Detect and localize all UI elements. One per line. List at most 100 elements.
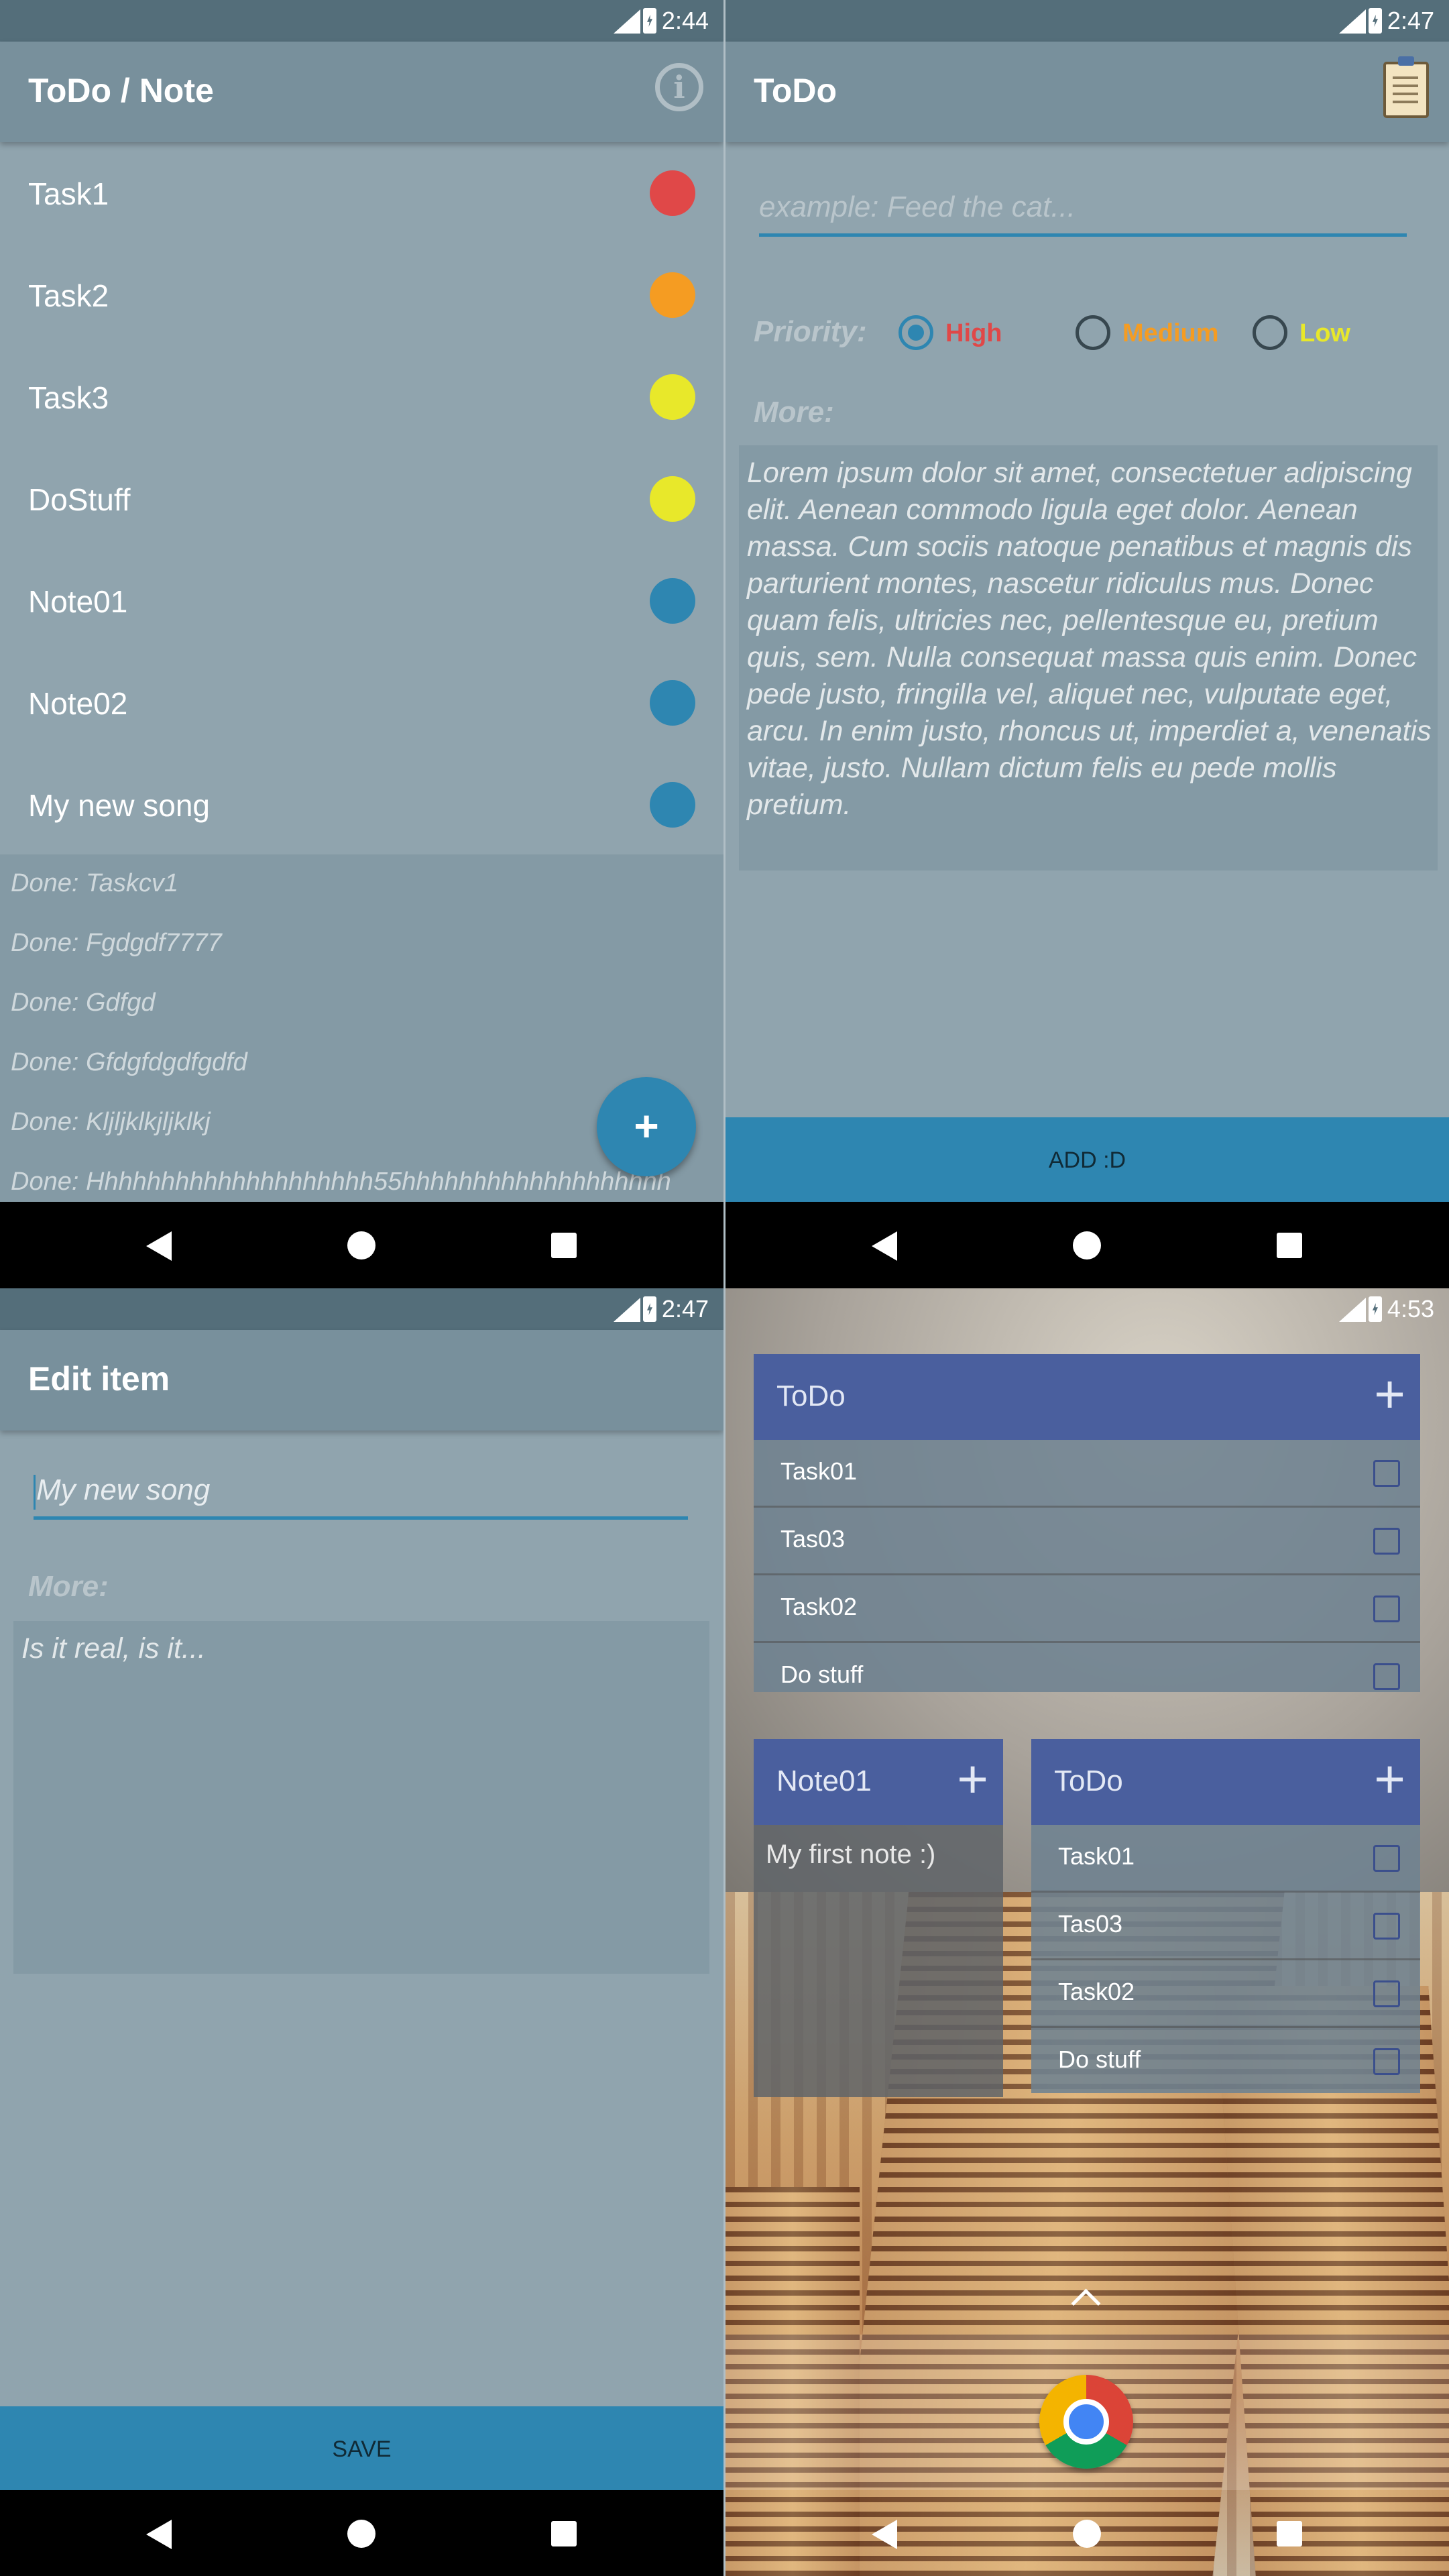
checkbox[interactable] bbox=[1373, 2048, 1400, 2075]
list-item[interactable]: Do stuff bbox=[1031, 2028, 1420, 2094]
priority-low-radio[interactable] bbox=[1253, 315, 1287, 350]
status-time: 2:47 bbox=[1387, 7, 1434, 34]
item-name-input[interactable]: My new song bbox=[34, 1468, 688, 1520]
todo-widget-title: ToDo bbox=[776, 1380, 846, 1412]
nav-bar bbox=[0, 2490, 723, 2576]
back-icon[interactable] bbox=[872, 1231, 897, 1261]
task-name-input[interactable]: example: Feed the cat... bbox=[759, 185, 1407, 237]
nav-bar bbox=[726, 1202, 1449, 1288]
status-time: 2:47 bbox=[661, 1295, 709, 1323]
back-icon[interactable] bbox=[146, 1231, 172, 1261]
list-item[interactable]: Task01 bbox=[1031, 1825, 1420, 1893]
home-icon[interactable] bbox=[1073, 2520, 1101, 2548]
checkbox[interactable] bbox=[1373, 1528, 1400, 1555]
more-textarea[interactable]: Is it real, is it... bbox=[13, 1621, 709, 1974]
item-name-value: My new song bbox=[36, 1473, 211, 1506]
task-label: Task3 bbox=[28, 380, 109, 415]
priority-low-label[interactable]: Low bbox=[1299, 319, 1350, 348]
task-row[interactable]: Task2 bbox=[0, 244, 723, 346]
todo-widget-small-list: Task01 Tas03 Task02 Do stuff bbox=[1031, 1825, 1420, 2093]
back-icon[interactable] bbox=[146, 2520, 172, 2549]
task-label: My new song bbox=[28, 788, 211, 823]
task-row[interactable]: Task1 bbox=[0, 142, 723, 244]
priority-high-label[interactable]: High bbox=[945, 319, 1002, 348]
checkbox[interactable] bbox=[1373, 1663, 1400, 1690]
done-item[interactable]: Done: Gfdgfdgdfgdfd bbox=[11, 1048, 247, 1077]
recents-icon[interactable] bbox=[551, 2521, 577, 2546]
add-icon[interactable]: + bbox=[957, 1752, 988, 1806]
todo-widget-small-header[interactable]: ToDo + bbox=[1031, 1739, 1420, 1825]
priority-high-radio[interactable] bbox=[899, 315, 933, 350]
note-widget-header[interactable]: Note01 + bbox=[754, 1739, 1003, 1825]
screen-home-widgets: 4:53 ToDo + Task01 Tas03 Task02 Do stuff… bbox=[726, 1288, 1449, 2576]
task-row[interactable]: Note01 bbox=[0, 550, 723, 652]
note-text: My first note :) bbox=[766, 1840, 936, 1869]
priority-dot bbox=[650, 272, 695, 318]
checkbox[interactable] bbox=[1373, 1980, 1400, 2007]
recents-icon[interactable] bbox=[1277, 2521, 1302, 2546]
task-row[interactable]: DoStuff bbox=[0, 448, 723, 550]
add-button[interactable]: ADD :D bbox=[726, 1117, 1449, 1203]
priority-label: Priority: bbox=[754, 315, 867, 348]
priority-medium-radio[interactable] bbox=[1076, 315, 1110, 350]
note-widget-body[interactable]: My first note :) bbox=[754, 1825, 1003, 2097]
done-item[interactable]: Done: Taskcv1 bbox=[11, 869, 178, 898]
battery-icon bbox=[643, 8, 656, 34]
battery-icon bbox=[1369, 8, 1382, 34]
save-button[interactable]: SAVE bbox=[0, 2406, 723, 2492]
list-item-label: Task02 bbox=[1058, 1978, 1135, 2005]
list-item-label: Task01 bbox=[1058, 1842, 1135, 1870]
task-row[interactable]: Task3 bbox=[0, 346, 723, 448]
more-label: More: bbox=[754, 396, 834, 429]
add-item-fab[interactable]: + bbox=[597, 1077, 696, 1176]
list-item[interactable]: Tas03 bbox=[1031, 1893, 1420, 1960]
checkbox[interactable] bbox=[1373, 1913, 1400, 1940]
list-item[interactable]: Task01 bbox=[754, 1440, 1420, 1508]
done-item[interactable]: Done: Hhhhhhhhhhhhhhhhhhhh55hhhhhhhhhhhh… bbox=[11, 1168, 671, 1196]
more-label: More: bbox=[28, 1570, 109, 1603]
list-item-label: Task02 bbox=[780, 1593, 858, 1620]
done-item[interactable]: Done: Fgdgdf7777 bbox=[11, 929, 222, 958]
home-icon[interactable] bbox=[347, 1231, 375, 1259]
priority-dot bbox=[650, 578, 695, 624]
nav-bar bbox=[726, 2490, 1449, 2576]
task-label: Task2 bbox=[28, 278, 109, 313]
home-icon[interactable] bbox=[1073, 1231, 1101, 1259]
checkbox[interactable] bbox=[1373, 1595, 1400, 1622]
task-row[interactable]: Note02 bbox=[0, 652, 723, 754]
info-icon[interactable]: i bbox=[655, 63, 703, 111]
chrome-icon[interactable] bbox=[1039, 2375, 1133, 2469]
recents-icon[interactable] bbox=[551, 1233, 577, 1258]
priority-dot bbox=[650, 476, 695, 522]
page-title: ToDo / Note bbox=[28, 72, 214, 109]
todo-widget-list: Task01 Tas03 Task02 Do stuff bbox=[754, 1440, 1420, 1692]
done-item[interactable]: Done: Gdfgd bbox=[11, 989, 155, 1017]
list-item[interactable]: Task02 bbox=[1031, 1960, 1420, 2028]
note-widget-title: Note01 bbox=[776, 1765, 872, 1797]
priority-medium-label[interactable]: Medium bbox=[1122, 319, 1219, 348]
checkbox[interactable] bbox=[1373, 1845, 1400, 1872]
task-label: DoStuff bbox=[28, 482, 131, 517]
task-row[interactable]: My new song bbox=[0, 754, 723, 856]
checkbox[interactable] bbox=[1373, 1460, 1400, 1487]
signal-icon bbox=[1339, 1298, 1366, 1322]
more-text: Lorem ipsum dolor sit amet, consectetuer… bbox=[747, 457, 1432, 821]
more-textarea[interactable]: Lorem ipsum dolor sit amet, consectetuer… bbox=[739, 445, 1438, 871]
add-icon[interactable]: + bbox=[1374, 1367, 1405, 1421]
home-icon[interactable] bbox=[347, 2520, 375, 2548]
list-item[interactable]: Task02 bbox=[754, 1575, 1420, 1643]
app-bar: Edit item bbox=[0, 1330, 723, 1431]
list-item[interactable]: Tas03 bbox=[754, 1508, 1420, 1575]
task-label: Note02 bbox=[28, 686, 128, 721]
list-item[interactable]: Do stuff bbox=[754, 1643, 1420, 1692]
priority-dot bbox=[650, 680, 695, 726]
status-bar: 2:44 bbox=[0, 0, 723, 42]
add-icon[interactable]: + bbox=[1374, 1752, 1405, 1806]
screen-todo-list: 2:44 ToDo / Note i Task1 Task2 Task3 DoStuf… bbox=[0, 0, 723, 1288]
todo-widget-header[interactable]: ToDo + bbox=[754, 1354, 1420, 1440]
back-icon[interactable] bbox=[872, 2520, 897, 2549]
task-label: Note01 bbox=[28, 584, 128, 619]
done-item[interactable]: Done: Kljljklkjljklkj bbox=[11, 1108, 211, 1137]
list-item-label: Tas03 bbox=[1058, 1910, 1123, 1938]
recents-icon[interactable] bbox=[1277, 1233, 1302, 1258]
